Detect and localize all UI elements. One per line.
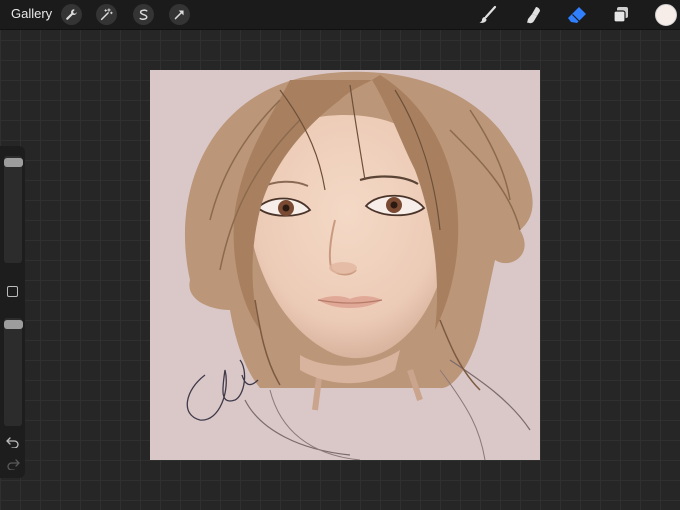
magic-wand-icon <box>100 8 113 21</box>
brush-icon <box>479 5 497 23</box>
eraser-tool[interactable] <box>566 4 588 26</box>
procreate-workspace: { "app": { "gallery_label": "Gallery" },… <box>0 0 680 510</box>
modify-button[interactable] <box>7 286 18 297</box>
left-sidebar <box>0 146 25 478</box>
undo-icon[interactable] <box>6 436 20 448</box>
top-toolbar: Gallery <box>0 0 680 30</box>
transform-arrow-icon <box>174 10 184 20</box>
adjustments-button[interactable] <box>96 4 117 25</box>
layers-icon <box>613 7 628 23</box>
brush-tool[interactable] <box>477 4 499 26</box>
portrait-artwork <box>184 71 533 460</box>
smudge-icon <box>527 7 540 24</box>
smudge-tool[interactable] <box>523 4 545 26</box>
eraser-icon <box>568 7 586 23</box>
selection-button[interactable] <box>133 4 154 25</box>
opacity-slider[interactable] <box>4 318 23 426</box>
brush-size-thumb[interactable] <box>4 158 23 167</box>
transform-button[interactable] <box>169 4 190 25</box>
wrench-icon <box>66 9 77 20</box>
actions-button[interactable] <box>61 4 82 25</box>
color-picker-button[interactable] <box>655 4 677 26</box>
opacity-thumb[interactable] <box>4 320 23 329</box>
redo-icon[interactable] <box>6 458 20 470</box>
gallery-button[interactable]: Gallery <box>11 6 52 21</box>
drawing-canvas[interactable] <box>150 70 540 460</box>
selection-s-icon <box>139 9 148 20</box>
brush-size-slider[interactable] <box>4 156 23 263</box>
layers-button[interactable] <box>610 4 632 26</box>
